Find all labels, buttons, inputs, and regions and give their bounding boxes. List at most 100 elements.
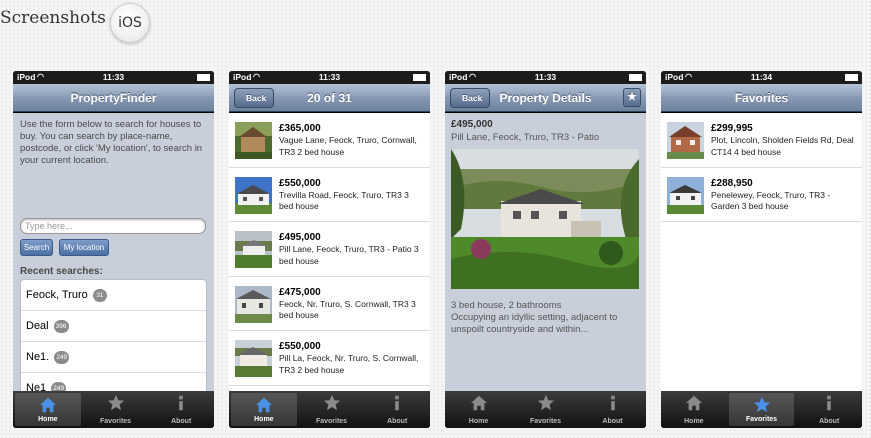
star-icon: ★ <box>627 91 637 103</box>
property-thumbnail <box>235 231 272 268</box>
nav-title: Favorites <box>734 91 789 105</box>
tab-favorites[interactable]: Favorites <box>83 391 149 428</box>
star-icon <box>323 394 340 411</box>
tab-bar: Home Favorites About <box>229 391 430 428</box>
status-bar: iPod ◠ 11:33 <box>13 71 214 84</box>
page-heading: Screenshots <box>0 8 106 28</box>
nav-title: PropertyFinder <box>70 91 157 105</box>
listing-price: £550,000 <box>279 341 321 352</box>
tab-home[interactable]: Home <box>661 391 727 428</box>
property-thumbnail <box>235 176 272 214</box>
house-icon <box>685 395 702 411</box>
add-favorite-button[interactable]: ★ <box>623 88 641 107</box>
my-location-button[interactable]: My location <box>59 239 109 256</box>
recent-search-item[interactable]: Ne1. 249 <box>21 342 206 373</box>
status-bar: iPod ◠ 11:33 <box>229 71 430 84</box>
recent-search-term: Deal <box>26 320 49 332</box>
property-thumbnail <box>235 122 272 159</box>
listing-row[interactable]: £550,000 Pill La, Feock, Nr. Truro, S. C… <box>229 331 430 386</box>
tab-home[interactable]: Home <box>445 391 512 428</box>
tab-favorites[interactable]: Favorites <box>512 391 579 428</box>
results-list: £365,000 Vague Lane, Feock, Truro, Cornw… <box>229 113 430 391</box>
favorite-price: £288,950 <box>711 177 753 189</box>
clock: 11:33 <box>102 72 125 82</box>
battery-icon <box>845 74 858 81</box>
result-count-badge: 31 <box>92 288 107 302</box>
tab-favorites[interactable]: Favorites <box>299 391 365 428</box>
ios-badge[interactable]: iOS <box>110 3 150 43</box>
property-thumbnail <box>235 340 272 377</box>
listing-description: Pill La, Feock, Nr. Truro, S. Cornwall, … <box>279 353 419 375</box>
tab-label: Home <box>684 418 704 425</box>
recent-search-item[interactable]: Feock, Truro 31 <box>21 280 206 311</box>
clock: 11:33 <box>318 72 341 82</box>
listing-row[interactable]: £475,000 Feock, Nr. Truro, S. Cornwall, … <box>229 276 430 331</box>
favorite-row[interactable]: £299,995 Plot, Lincoln, Sholden Fields R… <box>661 113 862 168</box>
info-icon <box>179 395 183 411</box>
tab-about[interactable]: About <box>579 391 646 428</box>
listing-row[interactable]: £495,000 Pill Lane, Feock, Truro, TR3 - … <box>229 222 430 277</box>
property-details: £495,000 Pill Lane, Feock, Truro, TR3 - … <box>445 113 646 391</box>
tab-home[interactable]: Home <box>15 393 81 426</box>
listing-price: £365,000 <box>279 123 321 134</box>
listing-description: Pill Lane, Feock, Truro, TR3 - Patio 3 b… <box>279 244 419 266</box>
listing-description: Feock, Nr. Truro, S. Cornwall, TR3 3 bed… <box>279 298 416 321</box>
clock: 11:34 <box>750 72 773 82</box>
star-icon <box>107 394 124 411</box>
listing-price: £495,000 <box>279 232 321 243</box>
tab-label: Home <box>38 416 58 423</box>
property-photo <box>451 149 639 289</box>
recent-searches-list: Feock, Truro 31 Deal 396 Ne1. 249 Ne1 24… <box>20 279 207 391</box>
recent-search-item[interactable]: Ne1 249 <box>21 373 206 391</box>
search-button[interactable]: Search <box>20 239 53 256</box>
house-icon <box>255 397 272 413</box>
search-input[interactable]: Type here... <box>20 218 206 234</box>
nav-title: 20 of 31 <box>307 91 352 105</box>
tab-label: Favorites <box>315 418 348 425</box>
clock: 11:33 <box>534 72 557 82</box>
listing-row[interactable]: £365,000 Vague Lane, Feock, Truro, Cornw… <box>229 113 430 168</box>
tab-bar: Home Favorites About <box>13 391 214 428</box>
house-icon <box>470 395 487 411</box>
navigation-bar: Back 20 of 31 <box>229 84 430 112</box>
property-summary: 3 bed house, 2 bathrooms <box>451 300 562 311</box>
listing-description: Trevilla Road, Feock, Truro, TR3 3 bed h… <box>279 189 409 212</box>
tab-label: About <box>171 418 192 425</box>
recent-search-item[interactable]: Deal 396 <box>21 311 206 342</box>
tab-label: Home <box>254 416 274 423</box>
info-icon <box>395 395 399 411</box>
tab-label: About <box>819 418 840 425</box>
favorite-row[interactable]: £288,950 Penelewey, Feock, Truro, TR3 - … <box>661 167 862 222</box>
recent-search-term: Ne1 <box>26 382 47 391</box>
tab-about[interactable]: About <box>364 391 430 428</box>
house-icon <box>39 397 56 413</box>
favorite-description: Plot, Lincoln, Sholden Fields Rd, Deal C… <box>711 135 854 157</box>
nav-title: Property Details <box>499 91 592 105</box>
favorite-price: £299,995 <box>711 123 753 134</box>
navigation-bar: Back Property Details ★ <box>445 84 646 112</box>
navigation-bar: PropertyFinder <box>13 84 214 112</box>
tab-label: About <box>602 418 623 425</box>
tab-home[interactable]: Home <box>231 393 297 426</box>
battery-icon <box>629 74 642 81</box>
phone-results-screen: iPod ◠ 11:33 Back 20 of 31 £365,000 Vagu… <box>229 71 430 428</box>
result-count-badge: 396 <box>53 319 69 333</box>
intro-text: Use the form below to search for houses … <box>20 119 203 166</box>
recent-search-term: Feock, Truro <box>26 289 88 301</box>
status-bar: iPod ◠ 11:34 <box>661 71 862 84</box>
tab-about[interactable]: About <box>796 391 862 428</box>
listing-description: Vague Lane, Feock, Truro, Cornwall, TR3 … <box>279 135 417 157</box>
phone-details-screen: iPod ◠ 11:33 Back Property Details ★ £49… <box>445 71 646 428</box>
listing-row[interactable]: £550,000 Trevilla Road, Feock, Truro, TR… <box>229 167 430 222</box>
tab-label: Home <box>468 418 489 425</box>
recent-search-term: Ne1. <box>26 351 50 363</box>
navigation-bar: Favorites <box>661 84 862 112</box>
tab-about[interactable]: About <box>148 391 214 428</box>
property-thumbnail <box>667 176 704 214</box>
favorites-list: £299,995 Plot, Lincoln, Sholden Fields R… <box>661 113 862 391</box>
phone-favorites-screen: iPod ◠ 11:34 Favorites £299,995 Plot, Li… <box>661 71 862 428</box>
listing-price: £475,000 <box>279 286 321 298</box>
tab-favorites[interactable]: Favorites <box>728 393 795 426</box>
info-icon <box>827 395 831 411</box>
property-price: £495,000 <box>451 119 493 130</box>
